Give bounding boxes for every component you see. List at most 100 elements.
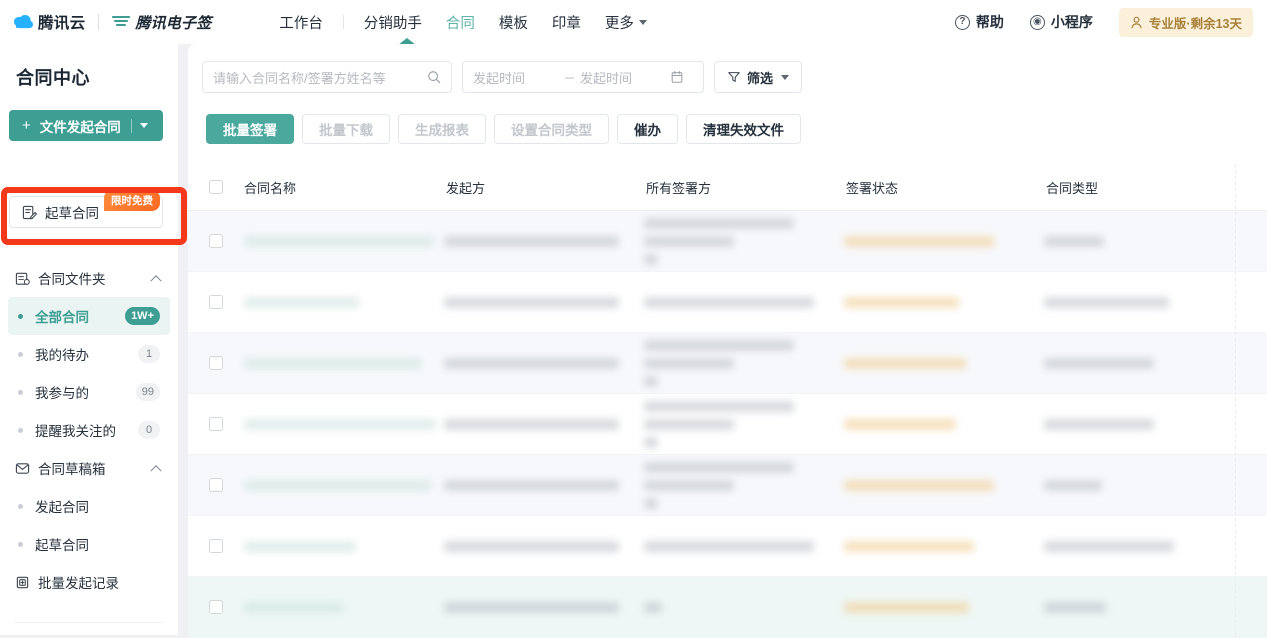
cell-contract-name [244,357,444,369]
table-row[interactable] [188,272,1267,333]
chevron-down-icon [781,74,790,80]
brand-group[interactable]: 腾讯云 腾讯电子签 [0,11,211,33]
batch-download-button[interactable]: 批量下载 [302,114,390,144]
sidebar-item-all-contracts[interactable]: 全部合同 1W+ [8,297,170,335]
table-row[interactable] [188,455,1267,516]
filter-button[interactable]: 筛选 [714,61,803,93]
set-contract-type-button[interactable]: 设置合同类型 [494,114,609,144]
nav-item-distribution[interactable]: 分销助手 [352,0,434,44]
nav-item-more[interactable]: 更多 [593,0,659,44]
redacted-text [444,540,619,552]
help-label: 帮助 [975,14,1004,30]
sidebar-group-header-contract-folder[interactable]: 合同文件夹 [0,259,178,297]
column-header-sign-status[interactable]: 签署状态 [844,178,1044,197]
nav-item-workbench[interactable]: 工作台 [267,0,335,44]
nav-item-contract[interactable]: 合同 [434,0,487,44]
row-checkbox[interactable] [209,234,223,248]
cell-sign-status [844,601,1044,613]
cell-initiator [444,357,644,369]
date-range-picker[interactable]: 发起时间 － 发起时间 [462,61,704,93]
redacted-text [644,461,794,473]
urge-button[interactable]: 催办 [617,114,678,144]
question-mark-icon: ? [954,14,970,30]
sidebar-item-initiate-contract[interactable]: 发起合同 [8,487,170,525]
sidebar-item-label: 我的待办 [35,348,89,363]
redacted-text [644,497,658,509]
row-checkbox[interactable] [209,478,223,492]
select-all-checkbox[interactable] [209,180,223,194]
table-row[interactable] [188,577,1267,638]
row-checkbox-cell [188,539,244,553]
column-header-contract-name[interactable]: 合同名称 [244,178,444,197]
redacted-text [844,479,994,491]
table-row[interactable] [188,333,1267,394]
redacted-text [1044,418,1154,430]
cell-contract-name [244,235,444,247]
search-icon[interactable] [427,70,441,84]
cell-sign-status [844,296,1044,308]
nav-item-template[interactable]: 模板 [487,0,540,44]
sidebar-group-label: 合同草稿箱 [38,462,106,477]
sidebar-item-participated[interactable]: 我参与的 99 [8,373,170,411]
miniprogram-button[interactable]: ◉ 小程序 [1029,12,1093,32]
column-header-initiator[interactable]: 发起方 [444,178,644,197]
column-header-signers[interactable]: 所有签署方 [644,178,844,197]
draft-contract-label: 起草合同 [45,206,99,221]
batch-sign-label: 批量签署 [223,123,277,138]
redacted-text [444,235,619,247]
cell-signers [644,296,844,308]
row-checkbox[interactable] [209,417,223,431]
compass-icon: ◉ [1029,14,1045,30]
batch-sign-button[interactable]: 批量签署 [206,114,294,144]
sidebar-item-batch-records[interactable]: 批量发起记录 [0,563,178,601]
redacted-text [644,601,662,613]
nav-item-seal[interactable]: 印章 [540,0,593,44]
cell-signers [644,461,844,509]
search-toolbar: 请输入合同名称/签署方姓名等 发起时间 － 发起时间 筛选 [188,44,1267,93]
redacted-text [844,235,994,247]
nav-item-distribution-label: 分销助手 [363,15,422,32]
row-checkbox[interactable] [209,600,223,614]
cell-contract-type [1044,601,1224,613]
bullet-icon [18,389,23,395]
sidebar-item-label: 全部合同 [35,310,89,325]
row-checkbox[interactable] [209,295,223,309]
chevron-up-icon[interactable] [150,274,162,287]
search-input[interactable]: 请输入合同名称/签署方姓名等 [202,61,452,93]
row-checkbox[interactable] [209,539,223,553]
redacted-text [444,601,619,613]
help-button[interactable]: ? 帮助 [954,12,1004,32]
clean-invalid-files-button[interactable]: 清理失效文件 [686,114,801,144]
user-icon [1131,16,1142,28]
sidebar-group-header-draft-box[interactable]: 合同草稿箱 [0,449,178,487]
table-row[interactable] [188,394,1267,455]
row-checkbox[interactable] [209,356,223,370]
sidebar-item-my-todo[interactable]: 我的待办 1 [8,335,170,373]
cell-signers [644,540,844,552]
column-header-contract-type[interactable]: 合同类型 [1044,178,1224,197]
create-contract-from-file-button[interactable]: + 文件发起合同 [9,110,163,141]
redacted-text [1044,479,1102,491]
sidebar-item-draft-contract[interactable]: 起草合同 [8,525,170,563]
table-row[interactable] [188,516,1267,577]
redacted-text [244,235,434,247]
pro-version-badge[interactable]: 专业版·剩余13天 [1118,7,1253,37]
draft-document-icon [22,205,37,220]
count-badge: 0 [138,421,160,439]
count-badge: 99 [135,383,160,401]
folder-icon [15,271,30,286]
row-checkbox-cell [188,417,244,431]
calendar-icon[interactable] [670,70,684,84]
chevron-up-icon[interactable] [150,464,162,477]
date-start-placeholder: 发起时间 [473,70,526,86]
tencent-esign-logo-icon [112,15,131,30]
limited-time-free-badge: 限时免费 [104,190,160,211]
generate-report-button[interactable]: 生成报表 [398,114,486,144]
row-checkbox-cell [188,234,244,248]
sidebar-item-reminders[interactable]: 提醒我关注的 0 [8,411,170,449]
row-checkbox-cell [188,600,244,614]
row-checkbox-cell [188,478,244,492]
table-row[interactable] [188,211,1267,272]
chevron-down-icon[interactable] [140,123,148,128]
cell-contract-name [244,479,444,491]
